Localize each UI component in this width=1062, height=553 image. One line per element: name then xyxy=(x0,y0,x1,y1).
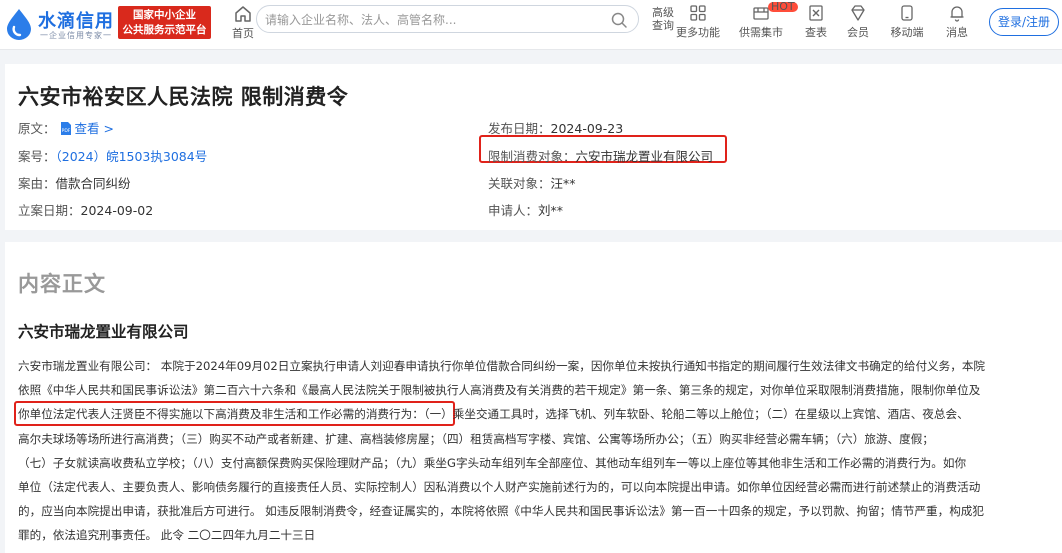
page-title: 六安市裕安区人民法院 限制消费令 xyxy=(18,85,349,109)
bell-icon xyxy=(950,6,964,22)
filing-date-label: 立案日期： xyxy=(18,203,81,218)
nav-messages[interactable]: 消息 xyxy=(944,3,970,45)
filing-date-value: 2024-09-02 xyxy=(80,203,154,218)
body-line: 的，应当向本院提出申请，获批准后方可进行。 如违反限制消费令，经查证属实的，本院… xyxy=(18,504,984,519)
case-cause-value: 借款合同纠纷 xyxy=(55,176,131,191)
case-number-field: 案号：（2024）皖1503执3084号 xyxy=(18,146,207,165)
case-cause-field: 案由：借款合同纠纷 xyxy=(18,173,131,192)
logo-slogan: 一企业信用专家一 xyxy=(40,31,112,40)
related-party-field: 关联对象：汪** xyxy=(488,173,576,192)
original-doc-field: 原文： PDF 查看 > xyxy=(18,118,114,137)
nav-membership-label: 会员 xyxy=(847,26,869,39)
nav-check-table-label: 查表 xyxy=(805,26,827,39)
case-cause-label: 案由： xyxy=(18,176,56,191)
search-icon[interactable] xyxy=(610,11,628,29)
body-line: 你单位法定代表人汪贤臣不得实施以下高消费及非生活和工作必需的消费行为：（一）乘坐… xyxy=(18,407,969,422)
case-number-link[interactable]: （2024）皖1503执3084号 xyxy=(56,149,208,164)
publish-date-value: 2024-09-23 xyxy=(550,121,624,136)
water-drop-logo-icon xyxy=(7,9,31,40)
nav-mobile-label: 移动端 xyxy=(890,26,924,39)
body-line: 罪的，依法追究刑事责任。 此令 二〇二四年九月二十三日 xyxy=(18,528,316,543)
content-body-card: 内容正文 六安市瑞龙置业有限公司 六安市瑞龙置业有限公司： 本院于2024年09… xyxy=(5,242,1062,553)
nav-mobile[interactable]: 移动端 xyxy=(889,3,925,45)
nav-home-label: 首页 xyxy=(232,27,254,40)
hot-badge: HOT xyxy=(768,1,798,12)
body-line: 高尔夫球场等场所进行高消费；（三）购买不动产或者新建、扩建、高档装修房屋；（四）… xyxy=(18,431,934,446)
nav-supply-market[interactable]: HOT 供需集市 xyxy=(738,1,798,45)
applicant-value: 刘** xyxy=(538,203,564,218)
restricted-target-field: 限制消费对象：六安市瑞龙置业有限公司 xyxy=(488,146,713,165)
nav-supply-market-label: 供需集市 xyxy=(739,26,783,39)
search-box xyxy=(256,5,639,33)
applicant-field: 申请人：刘** xyxy=(488,200,563,219)
nav-check-table[interactable]: 查表 xyxy=(802,3,830,45)
related-party-label: 关联对象： xyxy=(488,176,551,191)
platform-badge-line2: 公共服务示范平台 xyxy=(122,24,207,36)
platform-badge: 国家中小企业 公共服务示范平台 xyxy=(118,6,211,39)
site-logo[interactable]: 水滴信用 一企业信用专家一 xyxy=(4,6,116,42)
grid-icon xyxy=(690,5,706,21)
order-body-text: 六安市瑞龙置业有限公司： 本院于2024年09月02日立案执行申请人刘迎春申请执… xyxy=(18,354,1056,548)
nav-membership[interactable]: 会员 xyxy=(844,3,872,45)
publish-date-label: 发布日期： xyxy=(488,121,551,136)
restricted-target-label: 限制消费对象： xyxy=(488,149,576,164)
search-input[interactable] xyxy=(265,10,595,29)
company-heading: 六安市瑞龙置业有限公司 xyxy=(18,323,189,341)
body-line: 单位（法定代表人、主要负责人、影响债务履行的直接责任人员、实际控制人）因私消费以… xyxy=(18,480,981,495)
login-register-button[interactable]: 登录/注册 xyxy=(989,8,1059,36)
nav-messages-label: 消息 xyxy=(946,26,968,39)
nav-more-features[interactable]: 更多功能 xyxy=(676,3,720,45)
nav-home[interactable]: 首页 xyxy=(229,4,257,44)
diamond-icon xyxy=(851,5,865,21)
applicant-label: 申请人： xyxy=(488,203,539,218)
body-line: （七）子女就读高收费私立学校；（八）支付高额保费购买保险理财产品；（九）乘坐G字… xyxy=(18,455,967,470)
platform-badge-line1: 国家中小企业 xyxy=(133,9,196,21)
original-doc-label: 原文： xyxy=(18,121,56,136)
view-original-link[interactable]: 查看 > xyxy=(75,121,114,136)
body-line: 依照《中华人民共和国民事诉讼法》第二百六十六条和《最高人民法院关于限制被执行人高… xyxy=(18,383,981,398)
home-icon xyxy=(235,6,251,22)
top-header: 水滴信用 一企业信用专家一 国家中小企业 公共服务示范平台 首页 高级查询 更多… xyxy=(0,0,1062,50)
svg-text:PDF: PDF xyxy=(61,128,70,134)
excel-icon xyxy=(809,5,823,21)
restriction-order-info-card: 六安市裕安区人民法院 限制消费令 原文： PDF 查看 > 案号：（2024）皖… xyxy=(5,64,1062,230)
restricted-target-value[interactable]: 六安市瑞龙置业有限公司 xyxy=(576,149,714,164)
mobile-icon xyxy=(901,5,913,21)
section-title: 内容正文 xyxy=(18,272,106,296)
nav-more-features-label: 更多功能 xyxy=(676,26,720,39)
related-party-value: 汪** xyxy=(550,176,576,191)
body-line: 六安市瑞龙置业有限公司： 本院于2024年09月02日立案执行申请人刘迎春申请执… xyxy=(18,359,986,373)
pdf-icon: PDF xyxy=(60,122,71,135)
filing-date-field: 立案日期：2024-09-02 xyxy=(18,200,153,219)
advanced-search-link[interactable]: 高级查询 xyxy=(651,6,675,32)
case-number-label: 案号： xyxy=(18,149,56,164)
